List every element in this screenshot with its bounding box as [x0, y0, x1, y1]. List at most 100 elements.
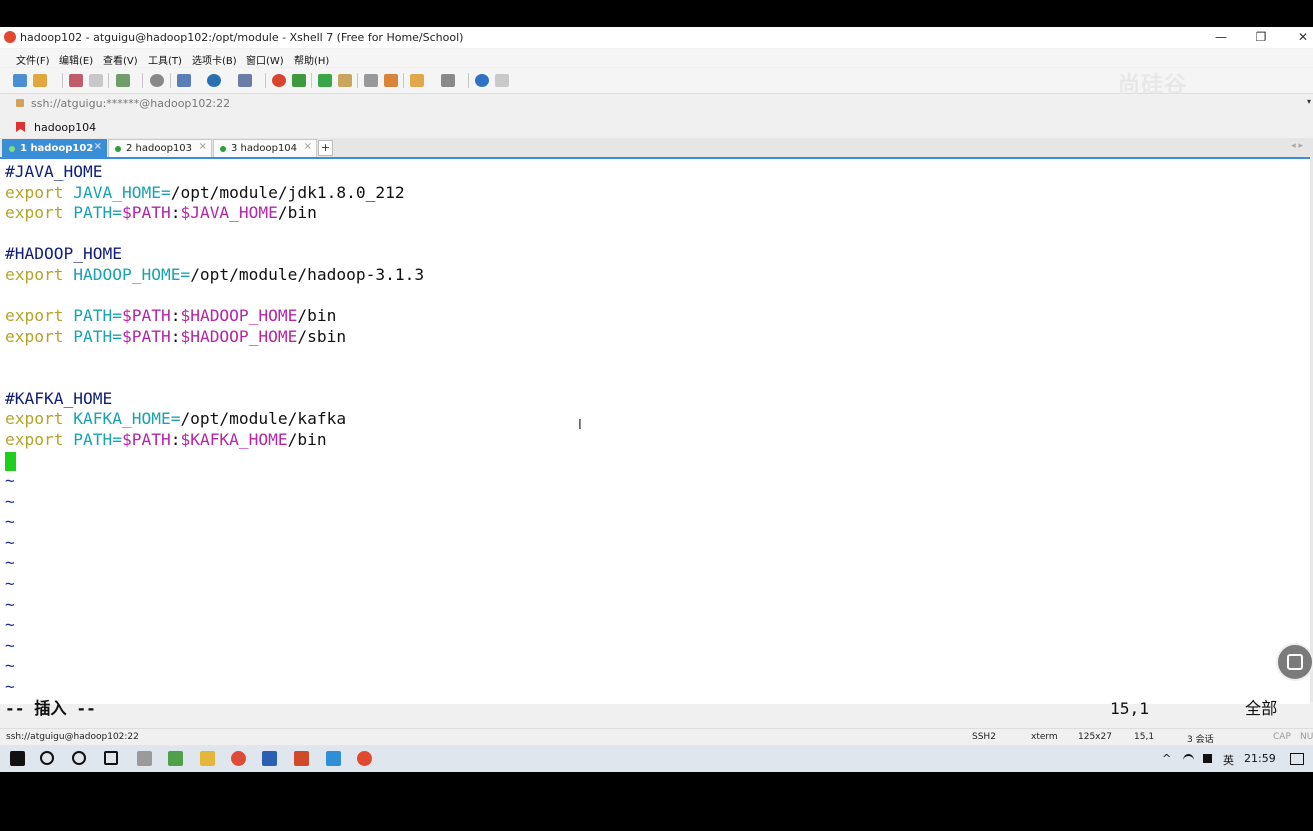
tile-windows-icon[interactable]: [441, 74, 455, 87]
lock-icon[interactable]: [338, 74, 352, 87]
wifi-icon[interactable]: [1183, 754, 1194, 767]
export-keyword: export: [5, 265, 64, 284]
tab-hadoop104[interactable]: 3 hadoop104 ×: [213, 139, 317, 157]
search-icon[interactable]: [150, 74, 164, 87]
export-keyword: export: [5, 409, 64, 429]
menu-tabs[interactable]: 选项卡(B): [192, 52, 237, 67]
bookmark-icon: [16, 122, 25, 132]
close-tab-icon[interactable]: ×: [199, 141, 207, 152]
menu-window[interactable]: 窗口(W): [246, 52, 284, 67]
close-tab-icon[interactable]: ×: [304, 141, 312, 152]
terminal-line: export KAFKA_HOME=/opt/module/kafka: [5, 409, 346, 429]
xshell-window: hadoop102 - atguigu@hadoop102:/opt/modul…: [0, 27, 1313, 746]
path-text: /opt/module/jdk1.8.0_212: [170, 182, 405, 202]
chrome-icon[interactable]: [231, 751, 246, 766]
variable-name: PATH=: [73, 326, 122, 346]
vim-mode-indicator: -- 插入 --: [5, 699, 96, 718]
empty-line-tilde: ~: [5, 656, 15, 676]
chevron-down-icon[interactable]: ▾: [1307, 97, 1311, 106]
session-properties-icon[interactable]: [116, 74, 130, 87]
links-bar: hadoop104: [0, 116, 1313, 138]
virtual-machine-icon[interactable]: [326, 751, 341, 766]
export-keyword: export: [5, 306, 64, 326]
tray-overflow-icon[interactable]: ^: [1162, 752, 1171, 765]
toolbar-divider: [108, 73, 109, 88]
export-keyword: export: [5, 203, 64, 223]
minimize-button[interactable]: —: [1206, 29, 1236, 46]
ime-indicator[interactable]: 英: [1223, 752, 1234, 768]
empty-line-tilde: ~: [5, 553, 15, 573]
help-icon[interactable]: [475, 74, 489, 87]
terminal-area[interactable]: I -- 插入 -- 15,1 全部 #JAVA_HOME export JAVA…: [0, 157, 1310, 718]
chat-icon[interactable]: [495, 74, 509, 87]
add-tab-button[interactable]: +: [318, 140, 333, 156]
cortana-icon[interactable]: [72, 751, 86, 765]
notification-icon[interactable]: [1290, 753, 1304, 765]
terminal-line: #HADOOP_HOME: [5, 244, 122, 264]
connect-icon[interactable]: [69, 74, 83, 87]
globe-icon[interactable]: [207, 74, 221, 87]
task-view-icon[interactable]: [104, 751, 118, 765]
tab-scroll-arrows[interactable]: ◂ ▸: [1291, 141, 1303, 151]
layout-icon[interactable]: [177, 74, 191, 87]
window-title: hadoop102 - atguigu@hadoop102:/opt/modul…: [20, 31, 464, 44]
clock[interactable]: 21:59: [1244, 752, 1276, 765]
font-icon[interactable]: [238, 74, 252, 87]
new-session-icon[interactable]: [13, 74, 27, 87]
status-sessions[interactable]: 3 会话: [1187, 732, 1214, 745]
menu-edit[interactable]: 编辑(E): [59, 52, 93, 67]
variable-reference: $PATH: [121, 306, 171, 326]
status-bar: ssh://atguigu@hadoop102:22 SSH2 xterm 12…: [0, 728, 1313, 746]
tab-label: 1 hadoop102: [20, 143, 94, 154]
connected-dot-icon: [9, 146, 15, 152]
comment-text: #JAVA_HOME: [5, 162, 103, 181]
keyboard-icon[interactable]: [364, 74, 378, 87]
close-tab-icon[interactable]: ×: [94, 141, 102, 152]
xshell-taskbar-icon[interactable]: [357, 751, 372, 766]
fullscreen-icon[interactable]: [318, 74, 332, 87]
variable-reference: $PATH: [121, 203, 171, 223]
word-icon[interactable]: [262, 751, 277, 766]
tab-hadoop102[interactable]: 1 hadoop102 ×: [2, 139, 107, 157]
empty-line-tilde: ~: [5, 512, 15, 532]
volume-icon[interactable]: [1203, 754, 1212, 763]
close-button[interactable]: ✕: [1288, 29, 1313, 46]
menu-view[interactable]: 查看(V): [103, 52, 138, 67]
floating-action-button[interactable]: [1276, 643, 1313, 681]
separator: :: [170, 203, 181, 223]
vim-scroll-indicator: 全部: [1245, 699, 1278, 718]
xmanager-icon[interactable]: [292, 74, 306, 87]
variable-reference: $HADOOP_HOME: [180, 306, 298, 326]
windows-start-icon[interactable]: [10, 751, 25, 766]
empty-line-tilde: ~: [5, 532, 15, 552]
xftp-icon[interactable]: [272, 74, 286, 87]
toolbar-divider: [311, 73, 312, 88]
variable-name: PATH=: [73, 429, 122, 449]
terminal-line: export PATH=$PATH:$JAVA_HOME/bin: [5, 203, 317, 223]
powerpoint-icon[interactable]: [294, 751, 309, 766]
search-icon[interactable]: [40, 751, 54, 765]
lock-icon: [16, 99, 24, 107]
terminal-line: export PATH=$PATH:$HADOOP_HOME/sbin: [5, 327, 346, 347]
separator: :: [170, 326, 181, 346]
windows-taskbar: ^ 英 21:59: [0, 745, 1313, 772]
terminal-line: export PATH=$PATH:$KAFKA_HOME/bin: [5, 430, 327, 450]
variable-name: JAVA_HOME=: [73, 182, 171, 202]
menu-tools[interactable]: 工具(T): [148, 52, 182, 67]
address-input[interactable]: ssh://atguigu:******@hadoop102:22: [31, 97, 230, 110]
excel-like-icon[interactable]: [168, 751, 183, 766]
open-folder-icon[interactable]: [33, 74, 47, 87]
compose-icon[interactable]: [410, 74, 424, 87]
notepad-icon[interactable]: [137, 751, 152, 766]
tab-hadoop103[interactable]: 2 hadoop103 ×: [108, 139, 212, 157]
file-explorer-icon[interactable]: [200, 751, 215, 766]
link-hadoop104[interactable]: hadoop104: [34, 121, 96, 134]
menu-file[interactable]: 文件(F): [16, 52, 50, 67]
variable-name: PATH=: [73, 203, 122, 223]
path-text: /bin: [277, 203, 317, 223]
highlight-icon[interactable]: [384, 74, 398, 87]
menu-help[interactable]: 帮助(H): [294, 52, 329, 67]
disconnect-icon[interactable]: [89, 74, 103, 87]
maximize-button[interactable]: ❐: [1246, 29, 1276, 46]
toolbar-divider: [62, 73, 63, 88]
